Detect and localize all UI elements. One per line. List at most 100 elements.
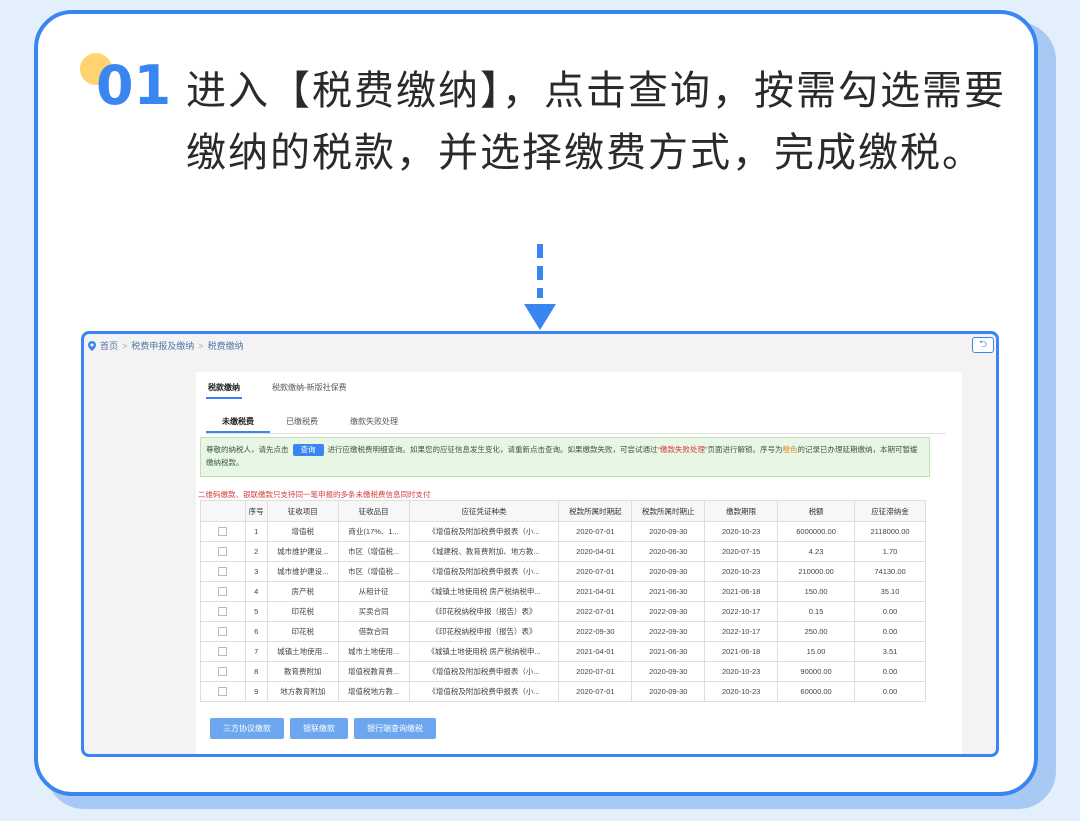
row-checkbox[interactable] (218, 607, 228, 617)
table-row[interactable]: 6 印花税 借款合同 《印花税纳税申报（报告）表》 2022-09-30 2022-09-… (200, 621, 926, 642)
breadcrumb-tax-filing[interactable]: 税费申报及缴纳 (131, 339, 194, 352)
row-deadline: 2022-10-17 (704, 601, 779, 622)
row-index: 5 (244, 601, 268, 622)
row-tax-amount: 4.23 (777, 541, 856, 562)
row-tax-item: 教育费附加 (266, 661, 339, 682)
row-tax-item: 城市维护建设... (266, 561, 339, 582)
row-select-cell (200, 581, 246, 602)
payment-actions: 三方协议缴款 银联缴款 银行端查询缴税 (210, 718, 436, 739)
unionpay-payment-button[interactable]: 银联缴款 (290, 718, 348, 739)
row-index: 8 (244, 661, 268, 682)
step-instruction: 进入【税费缴纳】，点击查询，按需勾选需要缴纳的税款，并选择缴费方式，完成缴税。 (186, 68, 1006, 176)
row-select-cell (200, 681, 246, 702)
tab-payment-failure[interactable]: 缴款失败处理 (334, 412, 414, 433)
row-deadline: 2020-10-23 (704, 521, 779, 542)
row-period-end: 2020-09-30 (631, 561, 706, 582)
table-row[interactable]: 3 城市维护建设... 市区（增值税... 《增值税及附加税费申报表（小... 2020… (200, 561, 926, 582)
notice-after-red: 页面进行解锁。序号为 (707, 445, 783, 454)
table-row[interactable]: 7 城镇土地使用... 城市土地使用... 《城镇土地使用税 房产税纳税申... 202… (200, 641, 926, 662)
row-deadline: 2022-10-17 (704, 621, 779, 642)
row-voucher-type: 《增值税及附加税费申报表（小... (408, 661, 560, 682)
row-select-cell (200, 641, 246, 662)
query-button[interactable]: 查询 (292, 444, 324, 456)
breadcrumb: 首页 > 税费申报及缴纳 > 税费缴纳 (88, 339, 244, 352)
tab-social-insurance[interactable]: 税款缴纳-新版社保费 (270, 378, 349, 399)
row-period-end: 2022-09-30 (631, 621, 706, 642)
row-period-end: 2020-09-30 (631, 681, 706, 702)
row-checkbox[interactable] (218, 547, 228, 557)
sub-tabs: 未缴税费 已缴税费 缴款失败处理 (206, 412, 946, 434)
orange-label: 橙色 (782, 445, 798, 454)
row-tax-subitem: 商业(17%、1... (337, 521, 410, 542)
unpaid-tax-table: 序号 征收项目 征收品目 应征凭证种类 税款所属时期起 税款所属时期止 缴款期限… (200, 500, 926, 702)
header-select (200, 500, 246, 522)
row-tax-item: 城市维护建设... (266, 541, 339, 562)
payment-rule-note: 二维码缴款、银联缴款只支持同一笔申报的多条未缴税费信息同时支付 (198, 490, 431, 499)
row-period-start: 2022-09-30 (558, 621, 633, 642)
breadcrumb-home[interactable]: 首页 (100, 339, 118, 352)
table-row[interactable]: 2 城市维护建设... 市区（增值税... 《城建税、教育费附加、地方教... 2020… (200, 541, 926, 562)
row-period-start: 2020-07-01 (558, 661, 633, 682)
header-tax-amount: 税额 (777, 500, 856, 522)
breadcrumb-separator: > (122, 340, 128, 351)
row-period-end: 2021-06-30 (631, 641, 706, 662)
location-pin-icon (88, 340, 96, 351)
row-late-fee: 0.00 (854, 681, 926, 702)
breadcrumb-current: 税费缴纳 (207, 341, 244, 351)
row-late-fee: 35.10 (854, 581, 926, 602)
row-deadline: 2021-06-18 (704, 641, 779, 662)
row-period-end: 2021-06-30 (631, 581, 706, 602)
row-index: 6 (244, 621, 268, 642)
row-voucher-type: 《城建税、教育费附加、地方教... (408, 541, 560, 562)
row-checkbox[interactable] (218, 647, 228, 657)
row-select-cell (200, 541, 246, 562)
row-voucher-type: 《增值税及附加税费申报表（小... (408, 561, 560, 582)
row-period-start: 2020-07-01 (558, 561, 633, 582)
row-checkbox[interactable] (218, 587, 228, 597)
row-index: 2 (244, 541, 268, 562)
row-index: 3 (244, 561, 268, 582)
row-index: 9 (244, 681, 268, 702)
row-period-end: 2020-06-30 (631, 541, 706, 562)
top-tabs: 税款缴纳 税款缴纳-新版社保费 (206, 378, 349, 399)
table-row[interactable]: 9 地方教育附加 增值税地方教... 《增值税及附加税费申报表（小... 2020-07… (200, 681, 926, 702)
notice-box: 尊敬的纳税人，请先点击 查询 进行应缴税费明细查询。如果您的应征信息发生变化，请重新… (200, 437, 930, 477)
row-tax-subitem: 增值税教育费... (337, 661, 410, 682)
row-checkbox[interactable] (218, 627, 228, 637)
row-checkbox[interactable] (218, 567, 228, 577)
row-index: 7 (244, 641, 268, 662)
row-voucher-type: 《城镇土地使用税 房产税纳税申... (408, 581, 560, 602)
tab-paid[interactable]: 已缴税费 (270, 412, 334, 433)
tab-unpaid[interactable]: 未缴税费 (206, 412, 270, 433)
bank-query-payment-button[interactable]: 银行端查询缴税 (354, 718, 436, 739)
table-row[interactable]: 5 印花税 买卖合同 《印花税纳税申报（报告）表》 2022-07-01 2022-09-… (200, 601, 926, 622)
row-late-fee: 0.00 (854, 601, 926, 622)
return-icon[interactable]: ⮌ (972, 337, 994, 353)
row-checkbox[interactable] (218, 527, 228, 537)
row-tax-subitem: 借款合同 (337, 621, 410, 642)
row-tax-subitem: 买卖合同 (337, 601, 410, 622)
row-late-fee: 74130.00 (854, 561, 926, 582)
payment-failure-link[interactable]: “缴款失败处理” (658, 445, 708, 454)
notice-middle: 进行应缴税费明细查询。如果您的应征信息发生变化，请重新点击查询。如果缴款失败，可… (327, 445, 658, 454)
row-tax-amount: 250.00 (777, 621, 856, 642)
row-tax-subitem: 增值税地方教... (337, 681, 410, 702)
table-row[interactable]: 4 房产税 从租计征 《城镇土地使用税 房产税纳税申... 2021-04-01 2021… (200, 581, 926, 602)
row-checkbox[interactable] (218, 667, 228, 677)
header-deadline: 缴款期限 (704, 500, 779, 522)
row-late-fee: 0.00 (854, 661, 926, 682)
table-row[interactable]: 1 增值税 商业(17%、1... 《增值税及附加税费申报表（小... 2020-07-… (200, 521, 926, 542)
table-header-row: 序号 征收项目 征收品目 应征凭证种类 税款所属时期起 税款所属时期止 缴款期限… (200, 500, 926, 522)
tripartite-payment-button[interactable]: 三方协议缴款 (210, 718, 284, 739)
row-tax-amount: 0.15 (777, 601, 856, 622)
row-late-fee: 0.00 (854, 621, 926, 642)
row-period-start: 2022-07-01 (558, 601, 633, 622)
table-row[interactable]: 8 教育费附加 增值税教育费... 《增值税及附加税费申报表（小... 2020-07-… (200, 661, 926, 682)
row-checkbox[interactable] (218, 687, 228, 697)
row-tax-amount: 15.00 (777, 641, 856, 662)
row-deadline: 2020-10-23 (704, 681, 779, 702)
row-deadline: 2021-06-18 (704, 581, 779, 602)
step-number: 01 (96, 54, 172, 117)
tab-tax-payment[interactable]: 税款缴纳 (206, 378, 242, 399)
header-late-fee: 应征滞纳金 (854, 500, 926, 522)
